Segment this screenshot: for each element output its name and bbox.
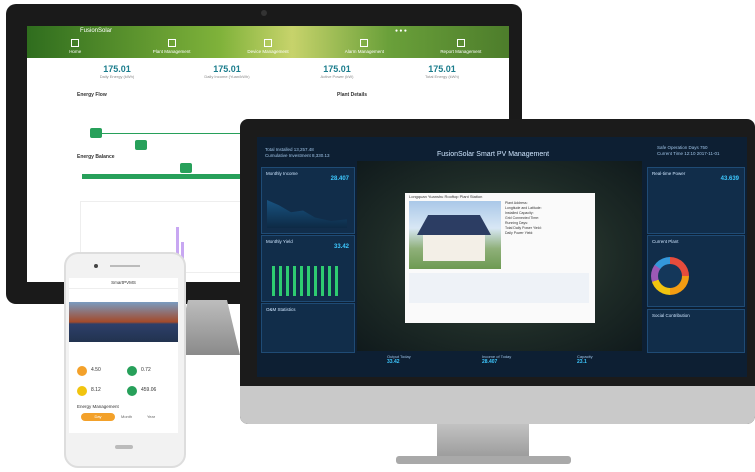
plant-popup[interactable]: Longquan Yuanshu Rooftop Plant Station P… bbox=[405, 193, 595, 323]
kpi-icon bbox=[127, 366, 137, 376]
summary-left: Total Installed 13,257.48 Cumulative Inve… bbox=[265, 147, 330, 158]
weather-forecast bbox=[409, 273, 589, 303]
nav-item[interactable]: Plant Management bbox=[123, 36, 219, 58]
nav-item[interactable]: Report Management bbox=[413, 36, 509, 58]
yield-bar-chart bbox=[272, 266, 342, 296]
section-title: Energy Management bbox=[77, 404, 119, 409]
plant-details-title: Plant Details bbox=[337, 92, 368, 98]
tab-month[interactable]: Month bbox=[121, 414, 132, 419]
camera bbox=[261, 10, 267, 16]
front-screen: Total Installed 13,257.48 Cumulative Inve… bbox=[257, 137, 747, 377]
bottom-stat: Income of Today 28.407 bbox=[482, 354, 512, 365]
plant-info: Plant Address: Longitude and Latitude: I… bbox=[505, 201, 542, 235]
kpi-value: 8.12 bbox=[91, 387, 101, 393]
income-area-chart bbox=[267, 200, 347, 228]
nav-item[interactable]: Home bbox=[27, 36, 123, 58]
home-icon bbox=[180, 163, 192, 173]
phone-camera bbox=[94, 264, 98, 268]
monthly-income-panel: Monthly Income 28.407 bbox=[261, 167, 355, 234]
solar-roof bbox=[417, 215, 491, 235]
plant-photo bbox=[409, 201, 501, 269]
phone-title: SmartPVMS bbox=[69, 278, 178, 289]
stat-card: 175.01 Daily Income (Yuan/kWh) bbox=[204, 64, 250, 79]
bottom-stat: Capacity 23.1 bbox=[577, 354, 593, 365]
om-statistics-panel: O&M Statistics bbox=[261, 303, 355, 353]
bottom-stat: Output Today 33.42 bbox=[387, 354, 411, 365]
front-monitor-stand bbox=[437, 424, 529, 458]
kpi-icon bbox=[127, 386, 137, 396]
phone-speaker bbox=[110, 265, 140, 267]
social-contribution-panel: Social Contribution bbox=[647, 309, 745, 353]
stat-card: 175.01 Active Power (kW) bbox=[320, 64, 354, 79]
user-menu[interactable]: ● ● ● bbox=[395, 28, 407, 34]
monthly-yield-panel: Monthly Yield 33.42 bbox=[261, 235, 355, 302]
nav-item[interactable]: Device Management bbox=[220, 36, 316, 58]
energy-balance-title: Energy Balance bbox=[77, 154, 115, 160]
stat-card: 175.01 Total Energy (kWh) bbox=[424, 64, 459, 79]
popup-title: Longquan Yuanshu Rooftop Plant Station bbox=[409, 194, 483, 199]
home-button[interactable] bbox=[115, 445, 133, 449]
kpi-icon bbox=[77, 386, 87, 396]
pv-icon bbox=[90, 128, 102, 138]
kpi-icon bbox=[77, 366, 87, 376]
realtime-power-panel: Real-time Power 43.639 bbox=[647, 167, 745, 234]
monitor-chin bbox=[240, 386, 755, 424]
main-nav: Home Plant Management Device Management … bbox=[27, 36, 509, 58]
summary-right: Safe Operation Days 750 Current Time 12:1… bbox=[657, 145, 720, 156]
energy-flow-title: Energy Flow bbox=[77, 92, 107, 98]
plant-ring-chart bbox=[651, 257, 689, 295]
app-logo: FusionSolar bbox=[80, 28, 113, 34]
phone-screen: SmartPVMS 4.50 0.72 8.12 459.06 Energy M… bbox=[69, 278, 178, 433]
nav-item[interactable]: Alarm Management bbox=[316, 36, 412, 58]
kpi-value: 4.50 bbox=[91, 367, 101, 373]
stat-card: 175.01 Daily Energy (kWh) bbox=[99, 64, 135, 79]
tab-year[interactable]: Year bbox=[147, 414, 155, 419]
stand-base bbox=[396, 456, 571, 464]
tab-day[interactable]: Day bbox=[81, 413, 115, 421]
plant-image bbox=[69, 302, 178, 342]
flow-line bbox=[102, 133, 240, 134]
kpi-value: 0.72 bbox=[141, 367, 151, 373]
house-wall bbox=[423, 231, 485, 261]
kpi-value: 459.06 bbox=[141, 387, 157, 393]
inverter-icon bbox=[135, 140, 147, 150]
balance-bar bbox=[82, 174, 262, 179]
dashboard-title: FusionSolar Smart PV Management bbox=[437, 151, 550, 158]
